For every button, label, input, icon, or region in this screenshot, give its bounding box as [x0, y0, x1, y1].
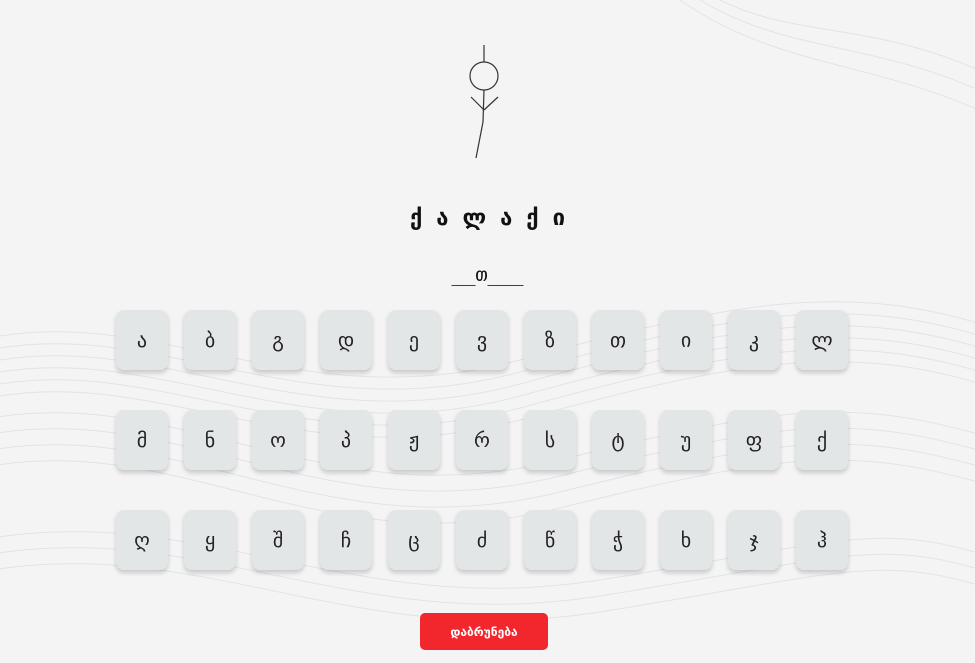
guessed-letter: ქ: [409, 206, 423, 231]
letter-key[interactable]: ხ: [660, 510, 712, 570]
letter-key[interactable]: ჯ: [728, 510, 780, 570]
letter-key[interactable]: ა: [116, 310, 168, 370]
guessed-letters: ქალაქი: [0, 206, 975, 231]
letter-key[interactable]: თ: [592, 310, 644, 370]
guessed-letter: ლ: [462, 206, 487, 231]
hangman-figure-icon: [469, 45, 499, 159]
word-display: __თ___: [0, 262, 975, 286]
letter-key[interactable]: ე: [388, 310, 440, 370]
back-button[interactable]: დაბრუნება: [420, 613, 548, 650]
letter-key[interactable]: ჭ: [592, 510, 644, 570]
letter-key[interactable]: ლ: [796, 310, 848, 370]
letter-key[interactable]: პ: [320, 410, 372, 470]
keyboard-row: ღ ყ შ ჩ ც ძ წ ჭ ხ ჯ ჰ: [116, 510, 856, 570]
letter-key[interactable]: ჟ: [388, 410, 440, 470]
letter-key[interactable]: ი: [660, 310, 712, 370]
word-slot: თ: [475, 262, 488, 286]
letter-key[interactable]: უ: [660, 410, 712, 470]
letter-key[interactable]: ნ: [184, 410, 236, 470]
letter-keyboard: ა ბ გ დ ე ვ ზ თ ი კ ლ მ ნ ო პ ჟ რ ს ტ უ …: [116, 310, 856, 610]
letter-key[interactable]: ო: [252, 410, 304, 470]
letter-key[interactable]: ვ: [456, 310, 508, 370]
word-slot: _: [451, 262, 464, 286]
word-slot: _: [511, 262, 524, 286]
word-slot: _: [499, 262, 512, 286]
letter-key[interactable]: ჩ: [320, 510, 372, 570]
letter-key[interactable]: მ: [116, 410, 168, 470]
keyboard-row: მ ნ ო პ ჟ რ ს ტ უ ფ ქ: [116, 410, 856, 470]
guessed-letter: ი: [552, 206, 566, 231]
guessed-letter: ა: [500, 206, 513, 231]
guessed-letter: ქ: [526, 206, 539, 231]
letter-key[interactable]: ტ: [592, 410, 644, 470]
letter-key[interactable]: ყ: [184, 510, 236, 570]
guessed-letter: ა: [436, 206, 449, 231]
letter-key[interactable]: ჰ: [796, 510, 848, 570]
letter-key[interactable]: ს: [524, 410, 576, 470]
word-slot: _: [463, 262, 476, 286]
letter-key[interactable]: ზ: [524, 310, 576, 370]
letter-key[interactable]: შ: [252, 510, 304, 570]
letter-key[interactable]: ც: [388, 510, 440, 570]
letter-key[interactable]: გ: [252, 310, 304, 370]
letter-key[interactable]: წ: [524, 510, 576, 570]
letter-key[interactable]: ღ: [116, 510, 168, 570]
letter-key[interactable]: ფ: [728, 410, 780, 470]
keyboard-row: ა ბ გ დ ე ვ ზ თ ი კ ლ: [116, 310, 856, 370]
letter-key[interactable]: ძ: [456, 510, 508, 570]
letter-key[interactable]: რ: [456, 410, 508, 470]
letter-key[interactable]: დ: [320, 310, 372, 370]
letter-key[interactable]: ქ: [796, 410, 848, 470]
word-slot: _: [487, 262, 500, 286]
letter-key[interactable]: კ: [728, 310, 780, 370]
letter-key[interactable]: ბ: [184, 310, 236, 370]
